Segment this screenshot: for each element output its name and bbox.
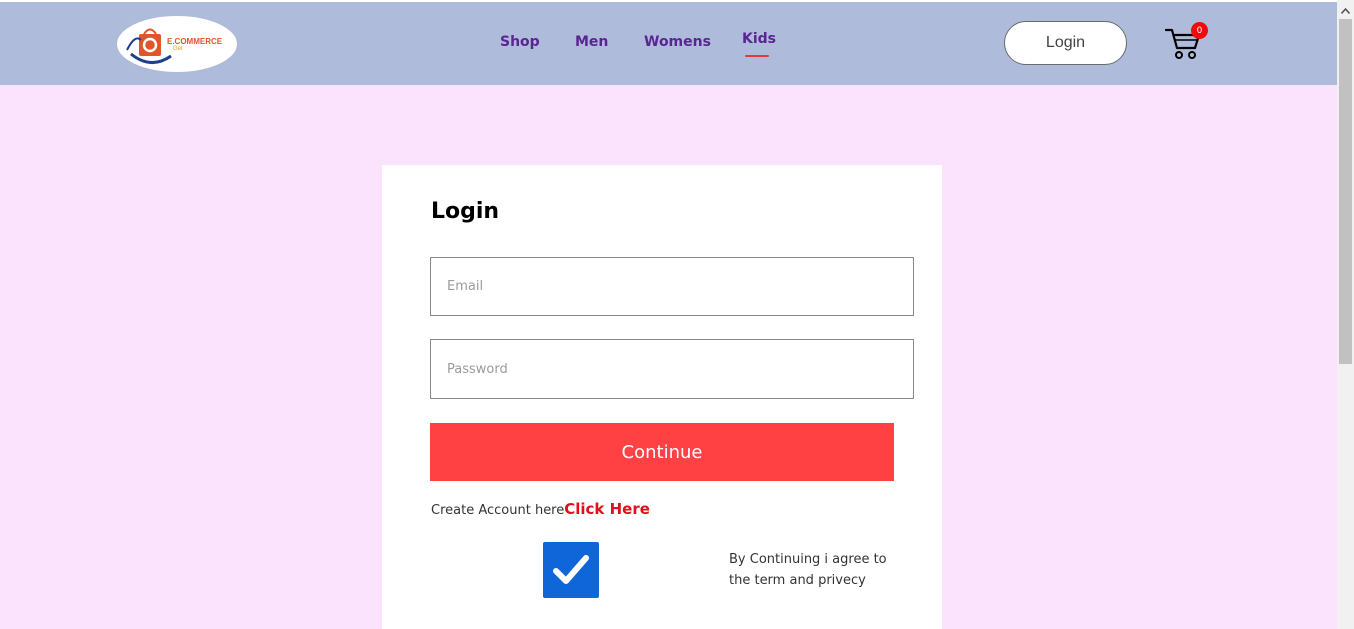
agree-checkbox[interactable] [543, 542, 599, 598]
scrollbar-thumb[interactable] [1339, 19, 1352, 364]
continue-button[interactable]: Continue [430, 423, 894, 481]
navbar: E.COMMERCE Get Shop Men Womens Kids Logi… [0, 2, 1337, 85]
nav-link-men[interactable]: Men [575, 34, 608, 50]
nav-link-womens[interactable]: Womens [644, 34, 711, 50]
click-here-link[interactable]: Click Here [564, 500, 650, 518]
checkmark-icon [553, 555, 589, 584]
scroll-up-arrow-icon[interactable] [1337, 2, 1354, 19]
active-nav-underline [745, 55, 769, 57]
logo-subtext: Get [173, 46, 183, 52]
create-account-text: Create Account here [431, 503, 565, 518]
login-title: Login [431, 199, 500, 224]
create-account-line: Create Account hereClick Here [431, 500, 650, 518]
password-field[interactable] [430, 339, 914, 399]
agree-terms-text: By Continuing i agree to the term and pr… [729, 552, 887, 588]
header-login-button[interactable]: Login [1004, 21, 1127, 65]
nav-link-kids[interactable]: Kids [742, 31, 776, 47]
cart-count-badge: 0 [1191, 22, 1208, 39]
brand-logo[interactable]: E.COMMERCE Get [117, 16, 237, 72]
logo-text: E.COMMERCE [167, 37, 223, 46]
email-field[interactable] [430, 257, 914, 316]
nav-link-shop[interactable]: Shop [500, 34, 540, 50]
